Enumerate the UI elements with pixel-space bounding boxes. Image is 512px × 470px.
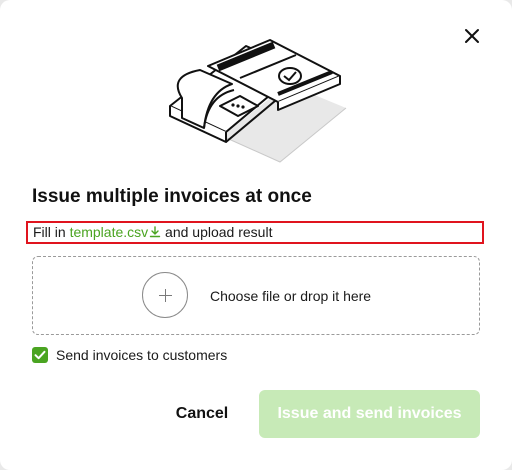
issue-invoices-dialog: Issue multiple invoices at once Fill in …	[0, 0, 512, 470]
template-download-link[interactable]: template.csv	[70, 224, 162, 240]
dialog-title: Issue multiple invoices at once	[32, 186, 312, 207]
issue-and-send-button[interactable]: Issue and send invoices	[259, 390, 480, 438]
send-to-customers-label[interactable]: Send invoices to customers	[56, 347, 227, 363]
card-terminal-illustration	[169, 39, 347, 163]
cancel-button[interactable]: Cancel	[162, 390, 242, 438]
hint-prefix: Fill in	[33, 224, 70, 240]
file-dropzone[interactable]: Choose file or drop it here	[32, 256, 480, 335]
template-link-label: template.csv	[69, 224, 149, 240]
close-icon	[465, 29, 479, 43]
close-button[interactable]	[458, 22, 486, 50]
plus-icon[interactable]	[142, 272, 188, 318]
template-hint: Fill in template.csv and upload result	[26, 221, 484, 244]
checkmark-icon	[34, 350, 46, 360]
download-icon	[149, 226, 161, 238]
send-to-customers-checkbox[interactable]	[32, 347, 48, 363]
hint-suffix: and upload result	[161, 224, 273, 240]
dropzone-label: Choose file or drop it here	[210, 288, 372, 304]
